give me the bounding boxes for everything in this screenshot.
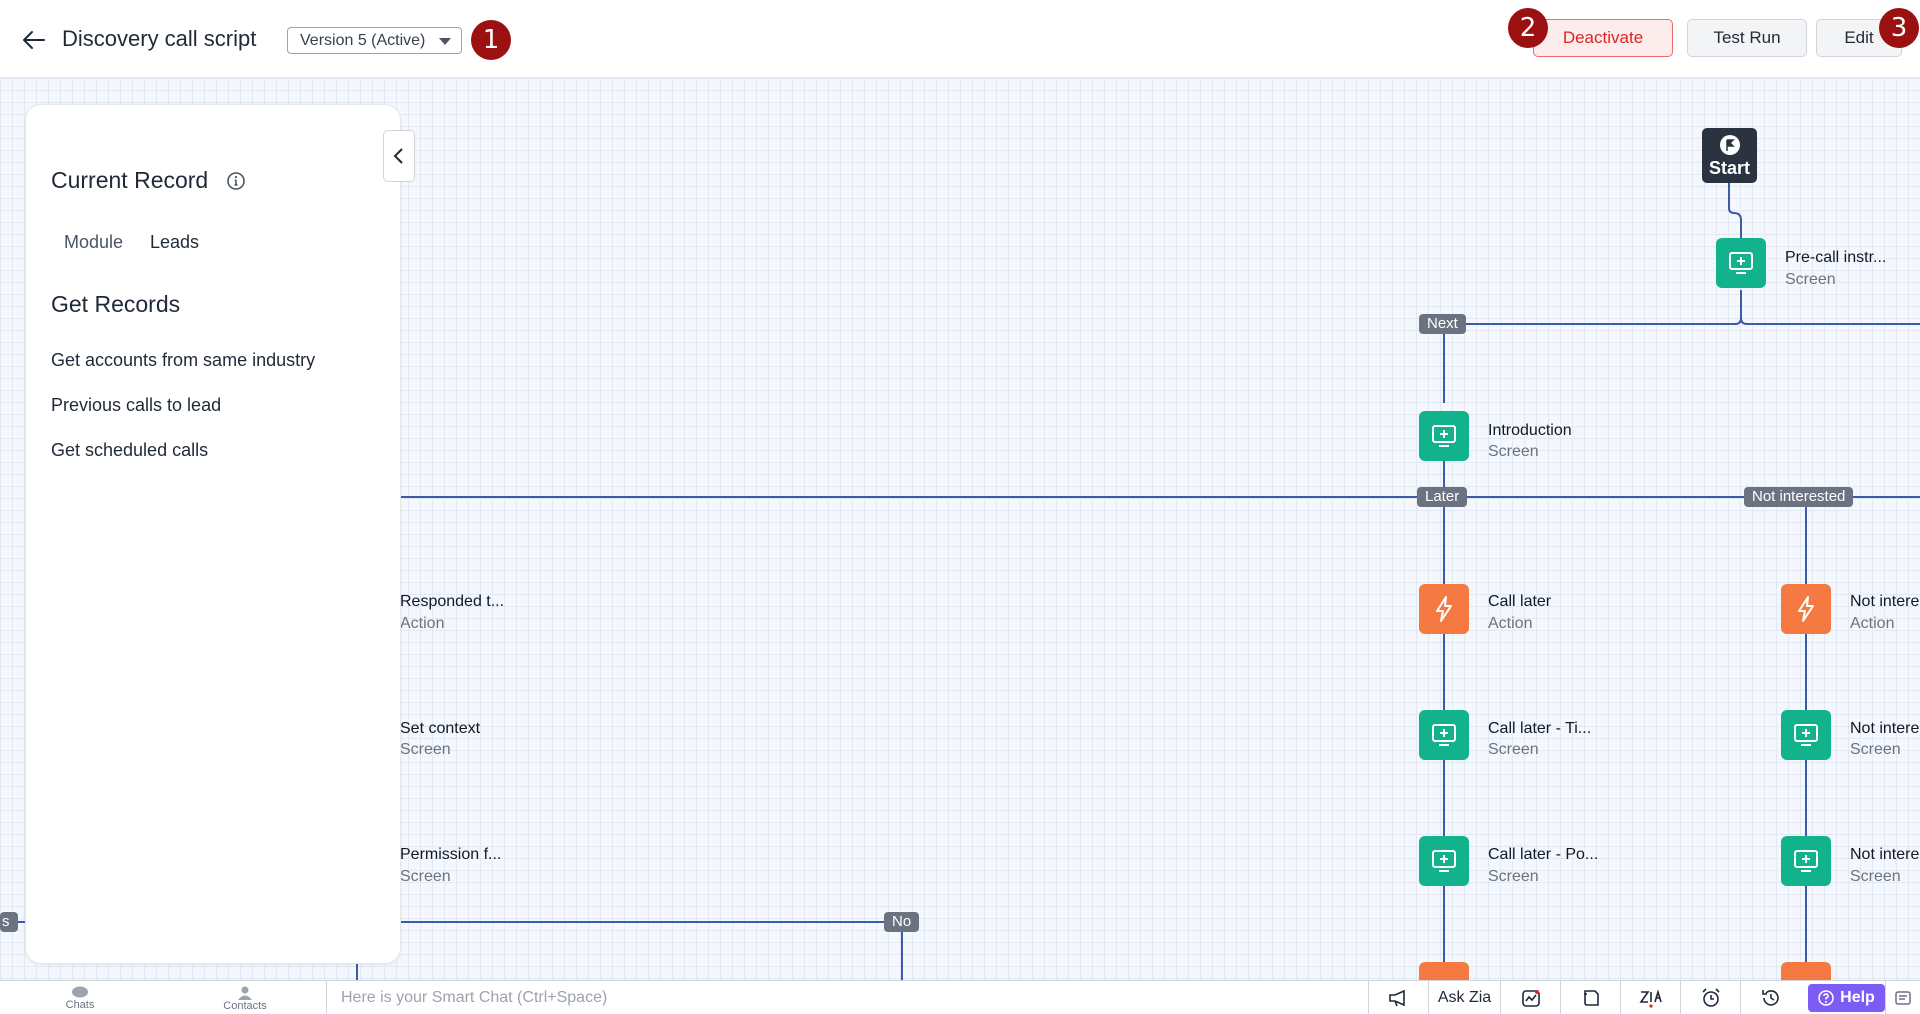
node-pre-call-instructions[interactable] (1716, 238, 1766, 288)
help-button[interactable]: Help (1808, 984, 1885, 1012)
node-title[interactable]: Responded t... (400, 593, 504, 611)
screen-icon (1432, 425, 1456, 447)
contacts-button[interactable]: Contacts (215, 981, 275, 1014)
node-type: Screen (1850, 741, 1901, 758)
node-partial-action[interactable] (1419, 962, 1469, 980)
branch-chip-cut: s (0, 912, 18, 932)
deactivate-button[interactable]: Deactivate (1533, 19, 1673, 57)
node-type: Screen (1488, 868, 1539, 885)
feed-icon (1895, 991, 1911, 1005)
screen-icon (1729, 252, 1753, 274)
node-title: Call later (1488, 593, 1552, 610)
node-call-later[interactable] (1419, 584, 1469, 634)
module-label: Module (64, 232, 124, 252)
header-bar: Discovery call script Version 5 (Active)… (0, 0, 1920, 78)
node-type: Action (1488, 615, 1533, 632)
node-type: Screen (1785, 271, 1836, 288)
bottom-bar: Chats Contacts Here is your Smart Chat (… (0, 980, 1920, 1014)
zia-button[interactable] (1620, 981, 1680, 1014)
screen-icon (1794, 850, 1818, 872)
module-value: Leads (150, 232, 200, 252)
help-label: Help (1840, 989, 1875, 1006)
test-run-button[interactable]: Test Run (1687, 19, 1807, 57)
branch-chip-later: Later (1417, 487, 1468, 507)
node-title: Pre-call instr... (1785, 249, 1887, 266)
history-icon (1761, 990, 1779, 1006)
version-label: Version 5 (Active) (300, 32, 426, 49)
collapse-panel-button[interactable] (383, 130, 415, 182)
node-introduction[interactable] (1419, 411, 1469, 461)
screen-icon (1432, 724, 1456, 746)
node-title: Not intere (1850, 593, 1920, 610)
info-icon[interactable] (226, 171, 246, 191)
node-call-later-postpone[interactable] (1419, 836, 1469, 886)
get-record-item[interactable]: Get scheduled calls (51, 440, 208, 461)
branch-chip-next: Next (1419, 314, 1466, 334)
chats-button[interactable]: Chats (50, 981, 110, 1014)
history-button[interactable] (1740, 981, 1800, 1014)
lightning-icon (1436, 596, 1452, 622)
contact-person-icon (238, 986, 252, 1000)
node-type: Screen (1850, 868, 1901, 885)
notifications-button[interactable] (1885, 981, 1920, 1014)
node-title: Call later - Po... (1488, 846, 1599, 863)
node-title: Not intere (1850, 720, 1920, 737)
ask-zia-button[interactable]: Ask Zia (1428, 981, 1500, 1014)
megaphone-icon (1388, 989, 1405, 1007)
node-not-interested-screen-2[interactable] (1781, 836, 1831, 886)
node-type: Action (400, 615, 445, 632)
note-button[interactable] (1560, 981, 1620, 1014)
node-type: Screen (1488, 443, 1539, 460)
lightning-icon (1798, 596, 1814, 622)
annotation-badge-3: 3 (1879, 8, 1919, 48)
start-label: Start (1708, 158, 1750, 178)
page-title: Discovery call script (62, 26, 257, 51)
start-node[interactable]: Start (1702, 128, 1757, 183)
smart-chat-input[interactable]: Here is your Smart Chat (Ctrl+Space) (326, 981, 1370, 1014)
node-not-interested-screen-1[interactable] (1781, 710, 1831, 760)
node-title[interactable]: Set context (400, 720, 480, 738)
zia-icon (1638, 989, 1662, 1008)
alarm-clock-icon (1701, 988, 1720, 1007)
get-records-title: Get Records (51, 291, 181, 317)
chart-note-button[interactable] (1500, 981, 1560, 1014)
node-not-interested-action[interactable] (1781, 584, 1831, 634)
back-arrow-icon[interactable] (20, 26, 48, 54)
chart-note-icon (1521, 990, 1540, 1007)
annotation-badge-1: 1 (471, 20, 511, 60)
contacts-label: Contacts (223, 1000, 267, 1012)
get-record-item[interactable]: Previous calls to lead (51, 395, 221, 416)
chats-label: Chats (65, 999, 95, 1011)
node-title[interactable]: Permission f... (400, 846, 501, 864)
node-call-later-time[interactable] (1419, 710, 1469, 760)
node-type: Screen (400, 868, 451, 885)
alarm-button[interactable] (1680, 981, 1740, 1014)
chevron-down-icon (439, 38, 452, 45)
chat-bubble-icon (72, 986, 88, 998)
note-icon (1583, 990, 1599, 1006)
screen-icon (1432, 850, 1456, 872)
get-record-item[interactable]: Get accounts from same industry (51, 350, 315, 371)
node-title: Call later - Ti... (1488, 720, 1592, 737)
help-circle-icon (1818, 990, 1834, 1006)
current-record-panel: Current Record Module Leads Get Records … (25, 104, 401, 964)
flow-canvas[interactable]: Start Pre-call instr... Screen Next Intr… (0, 78, 1920, 980)
current-record-title: Current Record (51, 167, 209, 193)
node-type: Screen (400, 741, 451, 758)
branch-chip-no: No (884, 912, 920, 932)
start-flag-icon (1720, 135, 1740, 155)
node-title: Introduction (1488, 422, 1572, 439)
announcement-button[interactable] (1368, 981, 1428, 1014)
annotation-badge-2: 2 (1508, 8, 1548, 48)
branch-chip-not-interested: Not interested (1744, 487, 1854, 507)
node-type: Screen (1488, 741, 1539, 758)
node-type: Action (1850, 615, 1895, 632)
node-partial-action-2[interactable] (1781, 962, 1831, 980)
version-dropdown[interactable]: Version 5 (Active) (287, 27, 463, 54)
chevron-left-icon (393, 148, 403, 164)
screen-icon (1794, 724, 1818, 746)
node-title: Not intere (1850, 846, 1920, 863)
